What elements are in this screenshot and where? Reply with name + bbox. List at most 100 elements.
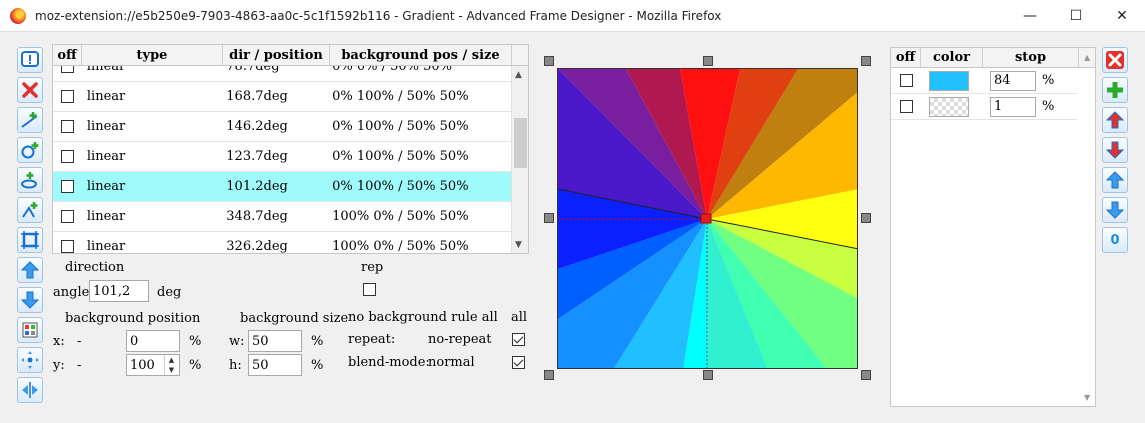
move-layer-down-button[interactable] [17,287,43,313]
col-stop-off: off [891,48,921,67]
add-stop-button[interactable] [1102,77,1128,103]
left-toolbar [17,47,45,407]
stop-position-input[interactable] [990,96,1036,117]
stop-down-button[interactable] [1102,197,1128,223]
repeat-all-checkbox[interactable] [512,333,525,346]
col-type: type [82,45,223,65]
move-layer-up-button[interactable] [17,257,43,283]
bg-h-input[interactable] [248,354,302,376]
layers-rows: linear 78.7deg 0% 0% / 50% 50% linear 168.7d… [53,66,512,254]
resize-handle-l[interactable] [544,213,554,223]
center-icon [21,351,39,369]
gradient-preview[interactable] [557,68,858,369]
stop-position-input[interactable] [990,70,1036,91]
stops-scroll-down[interactable]: ▼ [1084,393,1090,402]
delete-icon [1106,51,1124,69]
layer-bg-pos-size: 0% 100% / 50% 50% [332,89,469,104]
bg-x-input[interactable] [126,330,180,352]
scroll-thumb[interactable] [514,118,527,168]
add-ellipse-button[interactable] [17,167,43,193]
stop-color-swatch[interactable] [929,96,969,117]
frame-button[interactable] [17,227,43,253]
resize-handle-b[interactable] [703,370,713,380]
add-circle-icon [21,142,39,159]
reset-stops-button[interactable]: 0 [1102,227,1128,253]
spin-up-icon[interactable]: ▲ [169,356,174,364]
scroll-up-arrow[interactable]: ▲ [515,70,522,80]
bg-y-spinner[interactable]: ▲ ▼ [164,355,178,375]
layer-row[interactable]: linear 146.2deg 0% 100% / 50% 50% [53,112,512,142]
blend-all-checkbox[interactable] [512,356,525,369]
layer-direction: 123.7deg [226,149,288,164]
layer-bg-pos-size: 100% 0% / 50% 50% [332,209,469,224]
stop-off-checkbox[interactable] [900,100,913,113]
spin-down-icon[interactable]: ▼ [169,366,174,374]
frame-icon [21,231,39,249]
layer-direction: 348.7deg [226,209,288,224]
scroll-down-arrow[interactable]: ▼ [515,240,522,250]
layer-row[interactable]: linear 326.2deg 100% 0% / 50% 50% [53,232,512,254]
add-radial-button[interactable] [17,137,43,163]
bg-w-label: w: [229,334,245,349]
add-cone-icon [22,202,38,218]
delete-layer-button[interactable] [17,77,43,103]
info-button[interactable] [17,47,43,73]
stop-up-button[interactable] [1102,167,1128,193]
bg-w-input[interactable] [248,330,302,352]
rep-label: rep [361,260,384,275]
layers-scrollbar[interactable]: ▲ ▼ [511,66,528,253]
resize-handle-t[interactable] [703,56,713,66]
layer-direction: 168.7deg [226,89,288,104]
stop-down-red-button[interactable] [1102,137,1128,163]
layer-off-checkbox[interactable] [61,150,74,163]
center-button[interactable] [17,347,43,373]
layer-row[interactable]: linear 168.7deg 0% 100% / 50% 50% [53,82,512,112]
angle-input[interactable] [89,280,149,302]
close-button[interactable]: ✕ [1099,0,1145,32]
layer-off-checkbox[interactable] [61,240,74,253]
layer-row[interactable]: linear 348.7deg 100% 0% / 50% 50% [53,202,512,232]
layer-row[interactable]: linear 123.7deg 0% 100% / 50% 50% [53,142,512,172]
stop-color-swatch[interactable] [929,70,969,91]
stop-off-checkbox[interactable] [900,74,913,87]
stop-row[interactable]: % [891,68,1077,94]
layer-off-checkbox[interactable] [61,120,74,133]
resize-handle-br[interactable] [861,370,871,380]
resize-handle-bl[interactable] [544,370,554,380]
center-handle[interactable] [700,213,712,224]
maximize-button[interactable]: ☐ [1053,0,1099,32]
bg-x-dash: - [77,334,82,349]
stop-up-red-button[interactable] [1102,107,1128,133]
delete-stop-button[interactable] [1102,47,1128,73]
layer-direction: 78.7deg [226,66,280,74]
layer-off-checkbox[interactable] [61,66,74,73]
layer-off-checkbox[interactable] [61,180,74,193]
resize-handle-tl[interactable] [544,56,554,66]
arrow-up-icon [1105,171,1125,189]
layer-bg-pos-size: 100% 0% / 50% 50% [332,239,469,254]
col-stop-color: color [921,48,983,67]
resize-handle-r[interactable] [861,213,871,223]
layer-row[interactable]: linear 101.2deg 0% 100% / 50% 50% [53,172,512,202]
resize-handle-tr[interactable] [861,56,871,66]
add-conic-button[interactable] [17,197,43,223]
stop-row[interactable]: % [891,94,1077,120]
layer-off-checkbox[interactable] [61,90,74,103]
layer-row[interactable]: linear 78.7deg 0% 0% / 50% 50% [53,66,512,82]
arrow-down-icon [1105,141,1125,159]
repeat-value: no-repeat [428,332,492,347]
layer-direction: 101.2deg [226,179,288,194]
angle-label: angle: [53,285,94,300]
bg-position-label: background position [65,311,201,326]
palette-button[interactable] [17,317,43,343]
layer-direction: 326.2deg [226,239,288,254]
mirror-button[interactable] [17,377,43,403]
plus-icon [1107,82,1123,98]
stops-scroll-up[interactable]: ▲ [1084,53,1090,62]
col-stop-stop: stop [983,48,1079,67]
layer-off-checkbox[interactable] [61,210,74,223]
add-linear-button[interactable] [17,107,43,133]
minimize-button[interactable]: — [1007,0,1053,32]
add-line-icon [21,112,38,128]
rep-checkbox[interactable] [363,283,376,296]
